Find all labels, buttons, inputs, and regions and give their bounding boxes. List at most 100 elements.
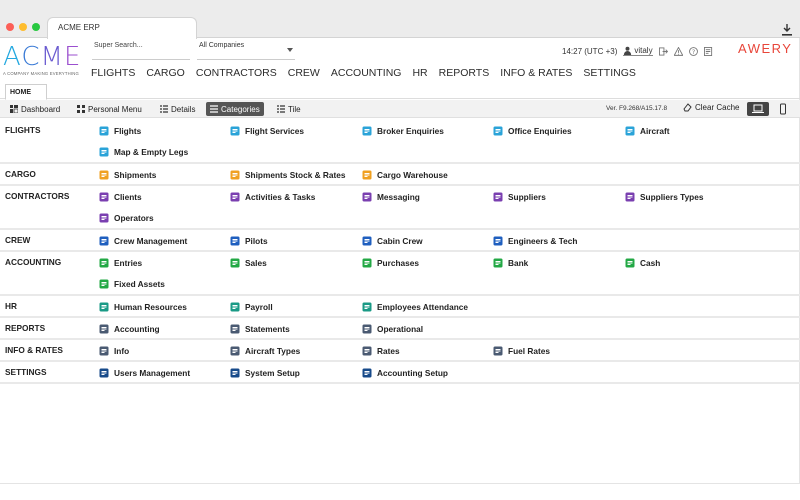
category-link-label: Purchases [377,258,419,268]
category-row: HR Human Resources Payroll Employees Attend… [0,296,800,318]
category-link[interactable]: Flight Services [230,124,304,138]
category-link[interactable]: Suppliers [493,190,546,204]
super-search-input[interactable]: Super Search... [92,38,190,60]
nav-hr[interactable]: HR [412,67,427,79]
nav-reports[interactable]: REPORTS [439,67,490,79]
gear-icon [230,368,240,378]
details-button[interactable]: Details [156,102,199,116]
user-icon [624,46,632,55]
category-title: HR [5,301,17,311]
category-grid: FLIGHTS Flights Flight Services Broker Enqu… [0,120,800,384]
category-link[interactable]: Shipments Stock & Rates [230,168,346,182]
cabin-crew-icon [362,236,372,246]
notes-icon[interactable] [703,46,713,56]
category-link[interactable]: Aircraft [625,124,670,138]
category-link[interactable]: Operators [99,211,154,225]
desktop-view-button[interactable] [747,102,769,116]
categories-button[interactable]: Categories [206,102,264,116]
dashboard-button[interactable]: Dashboard [6,102,64,116]
category-link[interactable]: Clients [99,190,142,204]
category-link[interactable]: Cargo Warehouse [362,168,448,182]
category-title: SETTINGS [5,367,47,377]
details-label: Details [171,104,196,114]
view-toolbar: Dashboard Personal Menu Details Categori… [0,100,800,118]
category-link[interactable]: Crew Management [99,234,187,248]
category-link[interactable]: Cabin Crew [362,234,423,248]
category-link[interactable]: Rates [362,344,400,358]
category-link[interactable]: Employees Attendance [362,300,468,314]
category-title: CREW [5,235,31,245]
category-link[interactable]: Broker Enquiries [362,124,444,138]
category-link-label: Cargo Warehouse [377,170,448,180]
crew-icon [99,236,109,246]
minimize-window-button[interactable] [19,23,27,31]
nav-cargo[interactable]: CARGO [146,67,185,79]
clear-cache-button[interactable]: Clear Cache [683,103,739,112]
category-link-label: Cash [640,258,661,268]
acme-logo[interactable]: ACME A COMPANY MAKING EVERYTHING [3,44,89,76]
nav-accounting[interactable]: ACCOUNTING [331,67,402,79]
company-select-value: All Companies [199,42,245,49]
category-link[interactable]: Pilots [230,234,268,248]
category-link-label: Shipments [114,170,157,180]
category-link-label: Suppliers Types [640,192,704,202]
category-link[interactable]: Fixed Assets [99,277,165,291]
category-link[interactable]: Shipments [99,168,156,182]
box-icon [99,170,109,180]
category-link[interactable]: Bank [493,256,528,270]
nav-crew[interactable]: CREW [288,67,320,79]
home-tab[interactable]: HOME [5,84,47,100]
category-link-label: Suppliers [508,192,546,202]
personal-menu-button[interactable]: Personal Menu [73,102,146,116]
category-link-label: Shipments Stock & Rates [245,170,346,180]
category-link[interactable]: Engineers & Tech [493,234,577,248]
mobile-view-button[interactable] [776,102,790,116]
zoom-window-button[interactable] [32,23,40,31]
browser-tab[interactable]: ACME ERP [47,17,197,39]
category-row: REPORTS Accounting Statements Operational [0,318,800,340]
category-link[interactable]: Messaging [362,190,420,204]
category-link[interactable]: Human Resources [99,300,187,314]
operators-icon [99,213,109,223]
category-link[interactable]: Purchases [362,256,419,270]
category-row: CARGO Shipments Shipments Stock & Rates Car… [0,164,800,186]
category-link[interactable]: Activities & Tasks [230,190,315,204]
tile-button[interactable]: Tile [273,102,305,116]
category-link[interactable]: Map & Empty Legs [99,145,188,159]
category-link[interactable]: Operational [362,322,423,336]
category-link[interactable]: Info [99,344,129,358]
close-window-button[interactable] [6,23,14,31]
nav-info-rates[interactable]: INFO & RATES [500,67,572,79]
category-link[interactable]: Payroll [230,300,273,314]
category-link[interactable]: Statements [230,322,290,336]
category-row: CREW Crew Management Pilots Cabin Crew Engin… [0,230,800,252]
nav-flights[interactable]: FLIGHTS [91,67,135,79]
category-link[interactable]: Entries [99,256,142,270]
category-link[interactable]: Accounting [99,322,160,336]
logout-icon[interactable] [658,46,668,56]
download-icon[interactable] [782,24,792,36]
nav-contractors[interactable]: CONTRACTORS [196,67,277,79]
category-link[interactable]: Cash [625,256,660,270]
category-link[interactable]: Users Management [99,366,190,380]
category-link[interactable]: Sales [230,256,267,270]
category-link-label: Operational [377,324,424,334]
cash-icon [625,258,635,268]
category-link[interactable]: Accounting Setup [362,366,448,380]
status-area: 14:27 (UTC +3) vitaly ? [562,44,713,58]
category-link[interactable]: Flights [99,124,141,138]
category-link[interactable]: Fuel Rates [493,344,550,358]
category-link[interactable]: Aircraft Types [230,344,300,358]
clients-icon [99,192,109,202]
category-link[interactable]: System Setup [230,366,300,380]
category-link-label: Broker Enquiries [377,126,444,136]
help-icon[interactable]: ? [688,46,698,56]
alert-icon[interactable] [673,46,683,56]
company-select[interactable]: All Companies [197,38,295,60]
category-link[interactable]: Suppliers Types [625,190,703,204]
user-menu[interactable]: vitaly [623,46,653,56]
nav-settings[interactable]: SETTINGS [583,67,636,79]
awery-brand[interactable]: AWERY [738,41,792,56]
category-link[interactable]: Office Enquiries [493,124,572,138]
bank-icon [493,258,503,268]
